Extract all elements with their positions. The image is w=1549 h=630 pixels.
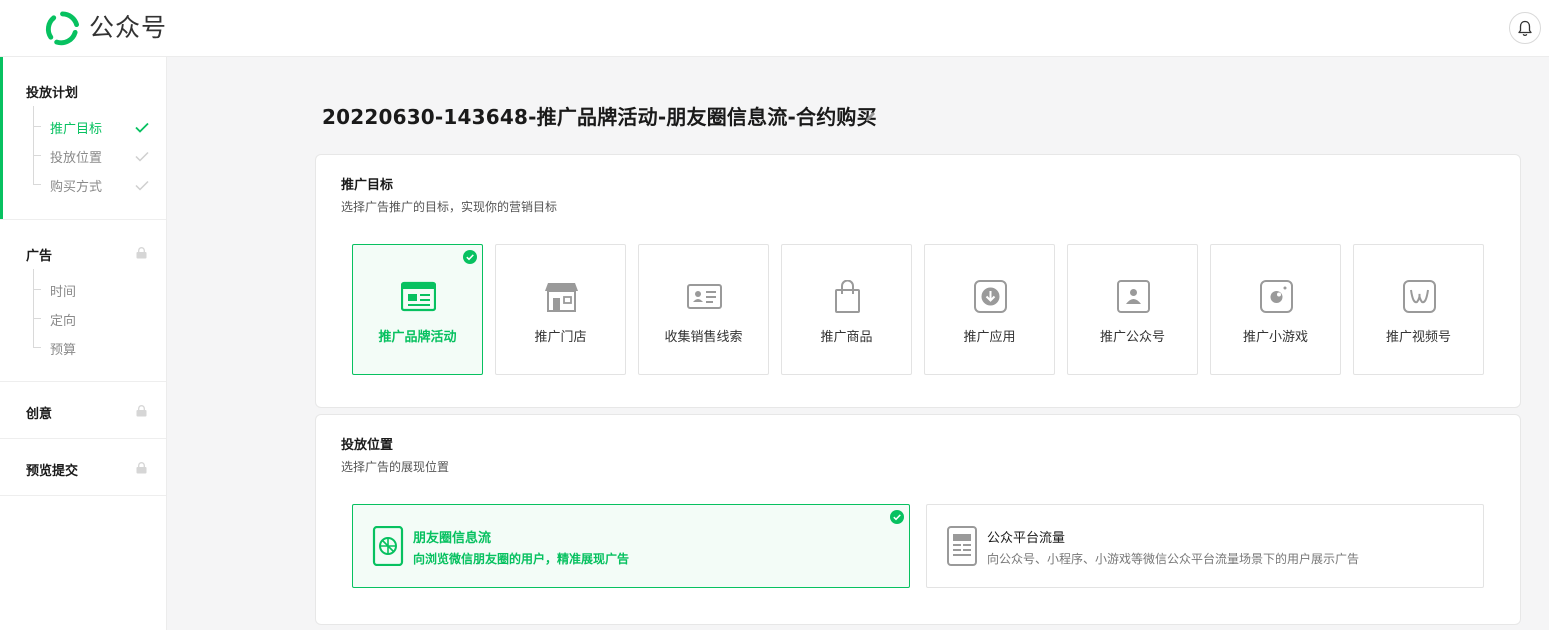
lock-icon xyxy=(136,462,147,474)
selected-check-icon xyxy=(463,250,477,264)
contact-card-icon xyxy=(687,284,722,309)
sidebar-section-title[interactable]: 预览提交 xyxy=(26,460,78,479)
sidebar-item-budget[interactable]: 预算 xyxy=(50,339,76,358)
sidebar-section-preview: 预览提交 xyxy=(0,439,166,496)
tree-branch xyxy=(33,126,41,127)
goal-option-label: 推广视频号 xyxy=(1385,330,1451,345)
sidebar-section-title[interactable]: 创意 xyxy=(26,403,52,422)
goal-option-product[interactable]: 推广商品 xyxy=(781,244,912,375)
selected-check-icon xyxy=(890,510,904,524)
goal-option-label: 推广商品 xyxy=(820,330,873,345)
store-icon xyxy=(545,283,578,312)
lock-icon xyxy=(136,405,147,417)
sidebar-section-title[interactable]: 广告 xyxy=(26,245,52,264)
edit-pencil-icon[interactable] xyxy=(864,110,877,123)
sidebar-item-targeting[interactable]: 定向 xyxy=(50,310,76,329)
card-description: 选择广告推广的目标，实现你的营销目标 xyxy=(341,200,558,214)
sidebar-item-time[interactable]: 时间 xyxy=(50,281,76,300)
goal-option-store[interactable]: 推广门店 xyxy=(495,244,626,375)
goal-option-brand-activity[interactable]: 推广品牌活动 xyxy=(352,244,483,375)
check-icon xyxy=(135,180,149,191)
sidebar-item-promotion-goal[interactable]: 推广目标 xyxy=(50,118,102,137)
app-download-icon xyxy=(974,280,1007,313)
sidebar-section-plan: 投放计划 推广目标 投放位置 购买方式 xyxy=(0,57,166,220)
tree-branch xyxy=(33,318,41,319)
goal-option-label: 推广小游戏 xyxy=(1242,330,1308,345)
sidebar-section-ad: 广告 时间 定向 预算 xyxy=(0,220,166,382)
card-description: 选择广告的展现位置 xyxy=(341,460,450,474)
goal-option-official-account[interactable]: 推广公众号 xyxy=(1067,244,1198,375)
sidebar-section-title[interactable]: 投放计划 xyxy=(26,82,78,101)
shopping-bag-icon xyxy=(835,280,860,313)
lock-icon xyxy=(136,247,147,259)
top-bar: 公众号 xyxy=(0,0,1549,57)
page-title: 20220630-143648-推广品牌活动-朋友圈信息流-合约购买 xyxy=(322,105,877,129)
placement-card: 投放位置 选择广告的展现位置 朋友圈信息流 向浏览微信朋友圈的用户，精准展现广告… xyxy=(315,414,1521,625)
goal-option-label: 推广应用 xyxy=(963,330,1016,345)
placement-option-moments-feed[interactable]: 朋友圈信息流 向浏览微信朋友圈的用户，精准展现广告 xyxy=(352,504,910,588)
bell-icon xyxy=(1518,20,1532,36)
check-icon xyxy=(135,151,149,162)
tree-branch xyxy=(33,155,41,156)
goal-option-label: 收集销售线索 xyxy=(664,330,743,345)
sidebar-item-placement[interactable]: 投放位置 xyxy=(50,147,102,166)
tree-line xyxy=(33,269,34,347)
notification-button[interactable] xyxy=(1509,12,1541,44)
card-title: 投放位置 xyxy=(341,438,394,453)
goal-option-label: 推广公众号 xyxy=(1099,330,1165,345)
tree-branch xyxy=(33,347,41,348)
sidebar-item-purchase-method[interactable]: 购买方式 xyxy=(50,176,102,195)
placement-option-platform-traffic[interactable]: 公众平台流量 向公众号、小程序、小游戏等微信公众平台流量场景下的用户展示广告 xyxy=(926,504,1484,588)
tree-line xyxy=(33,106,34,184)
goal-option-app[interactable]: 推广应用 xyxy=(924,244,1055,375)
tree-branch xyxy=(33,184,41,185)
video-channel-icon xyxy=(1403,280,1436,313)
placement-option-title: 朋友圈信息流 xyxy=(413,531,492,546)
goal-option-label: 推广品牌活动 xyxy=(378,330,457,345)
card-title: 推广目标 xyxy=(341,178,394,193)
promotion-goal-card: 推广目标 选择广告推广的目标，实现你的营销目标 推广品牌活动 推广门店 收集销售… xyxy=(315,154,1521,408)
article-phone-icon xyxy=(947,526,977,566)
wechat-official-account-logo-icon[interactable] xyxy=(45,11,80,46)
sidebar-section-creative: 创意 xyxy=(0,382,166,439)
official-account-icon xyxy=(1117,280,1150,313)
goal-option-mini-game[interactable]: 推广小游戏 xyxy=(1210,244,1341,375)
mini-game-icon xyxy=(1260,280,1293,313)
brand-activity-icon xyxy=(401,281,436,312)
brand-name: 公众号 xyxy=(89,13,168,42)
tree-branch xyxy=(33,289,41,290)
sidebar: 投放计划 推广目标 投放位置 购买方式 广告 时间 定向 预算 创意 预览提交 xyxy=(0,57,167,630)
goal-option-sales-leads[interactable]: 收集销售线索 xyxy=(638,244,769,375)
placement-option-description: 向浏览微信朋友圈的用户，精准展现广告 xyxy=(413,552,630,566)
goal-option-channels[interactable]: 推广视频号 xyxy=(1353,244,1484,375)
placement-option-description: 向公众号、小程序、小游戏等微信公众平台流量场景下的用户展示广告 xyxy=(987,552,1360,566)
goal-option-label: 推广门店 xyxy=(534,330,587,345)
moments-phone-icon xyxy=(372,526,404,566)
check-icon xyxy=(135,122,149,133)
placement-option-title: 公众平台流量 xyxy=(987,531,1066,546)
